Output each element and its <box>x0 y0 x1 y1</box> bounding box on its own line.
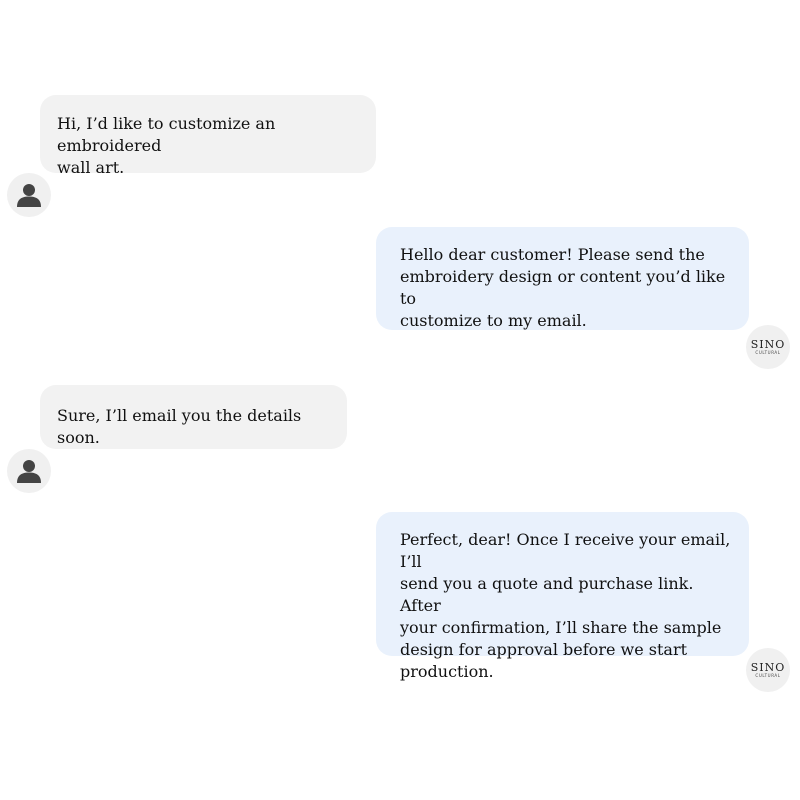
agent-message-bubble: Hello dear customer! Please send the emb… <box>376 227 749 330</box>
user-message-bubble: Hi, I’d like to customize an embroidered… <box>40 95 376 177</box>
person-icon <box>17 460 41 483</box>
logo-sub-text: CULTURAL <box>755 349 781 355</box>
sino-cultural-logo: SINO CULTURAL <box>750 337 786 355</box>
agent-message-bubble: Perfect, dear! Once I receive your email… <box>376 512 749 681</box>
user-message-bubble: Sure, I’ll email you the details soon. <box>40 385 347 449</box>
user-avatar <box>7 173 51 217</box>
agent-avatar: SINO CULTURAL <box>746 648 790 692</box>
logo-main-text: SINO <box>750 337 786 351</box>
agent-avatar: SINO CULTURAL <box>746 325 790 369</box>
user-avatar <box>7 449 51 493</box>
logo-sub-text: CULTURAL <box>755 672 781 678</box>
logo-main-text: SINO <box>750 660 786 674</box>
person-icon <box>17 184 41 207</box>
sino-cultural-logo: SINO CULTURAL <box>750 660 786 678</box>
